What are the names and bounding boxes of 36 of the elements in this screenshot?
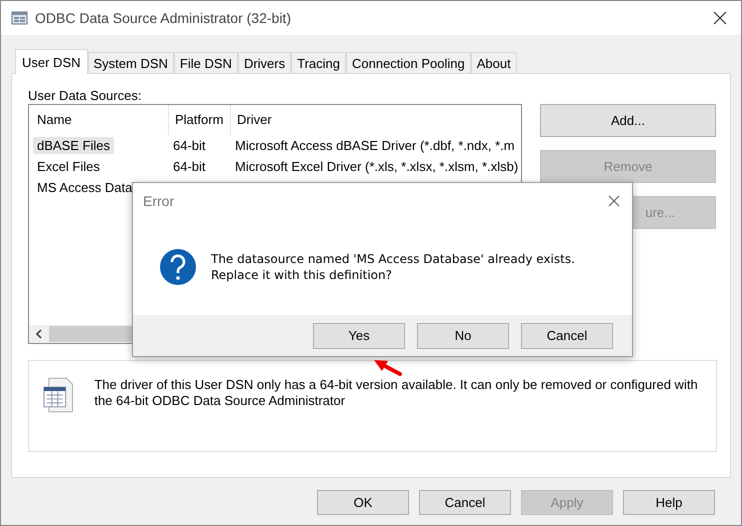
message-text: Replace it with this definition?: [211, 267, 393, 283]
column-header[interactable]: Platform: [169, 105, 231, 135]
dialog-button[interactable]: No: [417, 322, 509, 348]
table-cell-text: Microsoft Access dBASE Driver (*.dbf, *.ndx, *.m: [234, 137, 516, 154]
source-name[interactable]: Excel Files: [33, 158, 104, 175]
database-window-icon: [11, 10, 29, 26]
dialog-button[interactable]: Cancel: [521, 322, 613, 348]
tab[interactable]: About: [470, 52, 517, 73]
close-icon[interactable]: [608, 195, 620, 207]
dialog-button[interactable]: Cancel: [419, 490, 511, 515]
tab[interactable]: Connection Pooling: [346, 52, 471, 73]
scroll-left-icon[interactable]: [35, 329, 43, 339]
tab[interactable]: Drivers: [238, 52, 292, 73]
table-cell-text: Microsoft Excel Driver (*.xls, *.xlsx, *.xlsm, *.xlsb): [234, 158, 520, 175]
table-cell-text: 64-bit: [172, 137, 207, 154]
dialog-button[interactable]: Help: [623, 490, 715, 515]
dialog-title: Error: [143, 193, 174, 209]
column-header[interactable]: Driver: [231, 105, 521, 135]
message-text: The datasource named 'MS Access Database' already exists.: [211, 251, 575, 267]
close-icon[interactable]: [713, 11, 727, 25]
tab[interactable]: File DSN: [174, 52, 238, 73]
dialog-button[interactable]: Yes: [313, 322, 405, 348]
arrow-icon: [373, 359, 403, 377]
side-button[interactable]: Add...: [540, 104, 716, 137]
section-label: User Data Sources:: [28, 88, 142, 104]
column-header[interactable]: Name: [29, 105, 169, 135]
source-name[interactable]: MS Access Data: [33, 179, 136, 196]
info-text: The driver of this User DSN only has a 64-bit version available. It can only be removed or configured with the 64-bit ODBC Data Source Administrator: [94, 377, 699, 409]
tab[interactable]: User DSN: [15, 49, 88, 74]
source-name[interactable]: dBASE Files: [33, 137, 114, 154]
table-cell-text: 64-bit: [172, 158, 207, 175]
question-icon: [159, 248, 197, 286]
tab[interactable]: System DSN: [88, 52, 174, 73]
dialog-button[interactable]: OK: [317, 490, 409, 515]
window-title: ODBC Data Source Administrator (32-bit): [35, 10, 292, 26]
tab[interactable]: Tracing: [291, 52, 346, 73]
